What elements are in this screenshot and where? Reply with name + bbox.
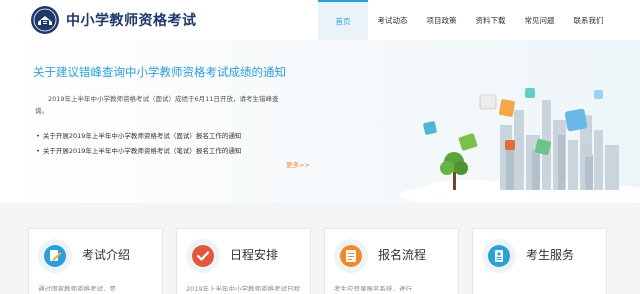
header: 中小学教师资格考试 首页 考试动态 项目政策 资料下载 常见问题 联系我们: [0, 0, 640, 40]
card-icon-badge: [38, 239, 72, 273]
card-title: 报名流程: [378, 248, 427, 262]
site-title: 中小学教师资格考试: [66, 13, 197, 29]
city-illustration: [400, 88, 640, 203]
nav-home[interactable]: 首页: [318, 0, 368, 40]
card-candidate-service[interactable]: 考生服务: [472, 228, 607, 294]
document-icon: [340, 245, 362, 267]
pencil-icon: [44, 245, 66, 267]
service-icon: [488, 245, 510, 267]
card-icon-badge: [186, 239, 220, 273]
banner-description-cont: 询。: [35, 107, 48, 115]
nav-policy[interactable]: 项目政策: [417, 0, 466, 40]
banner-description: 2019年上半年中小学教师资格考试（面试）成绩于6月11日开放，请考生错峰查: [48, 95, 279, 103]
bullet-icon: •: [36, 147, 40, 155]
nav-faq[interactable]: 常见问题: [515, 0, 564, 40]
site-logo[interactable]: 中小学教师资格考试: [30, 5, 197, 35]
card-icon-badge: [334, 239, 368, 273]
notice-text: 关于开展2019年上半年中小学教师资格考试（面试）报名工作的通知: [42, 132, 242, 140]
page: 中小学教师资格考试 首页 考试动态 项目政策 资料下载 常见问题 联系我们 关于…: [0, 0, 640, 294]
main-nav: 首页 考试动态 项目政策 资料下载 常见问题 联系我们: [318, 0, 613, 40]
card-icon-badge: [482, 239, 516, 273]
card-snippet: 考生应登录报名系统，进行: [334, 285, 412, 291]
hero-banner: 关于建议错峰查询中小学教师资格考试成绩的通知 2019年上半年中小学教师资格考试…: [0, 40, 640, 203]
notice-list: • 关于开展2019年上半年中小学教师资格考试（面试）报名工作的通知 • 关于开展2…: [36, 129, 241, 159]
nav-downloads[interactable]: 资料下载: [466, 0, 515, 40]
card-exam-intro[interactable]: 考试介绍 通过国家教师资格考试，是: [28, 228, 163, 294]
notice-item[interactable]: • 关于开展2019年上半年中小学教师资格考试（面试）报名工作的通知: [36, 129, 241, 144]
notice-text: 关于开展2019年上半年中小学教师资格考试（笔试）报名工作的通知: [42, 147, 242, 155]
notice-item[interactable]: • 关于开展2019年上半年中小学教师资格考试（笔试）报名工作的通知: [36, 144, 241, 159]
card-snippet: 2019年上半年中小学教师资格考试日程: [186, 285, 301, 291]
more-link[interactable]: 更多>>: [286, 159, 310, 169]
card-title: 日程安排: [230, 248, 279, 262]
card-title: 考生服务: [526, 248, 575, 262]
nav-exam-news[interactable]: 考试动态: [368, 0, 417, 40]
card-title: 考试介绍: [82, 248, 131, 262]
card-registration[interactable]: 报名流程 考生应登录报名系统，进行: [324, 228, 459, 294]
banner-title[interactable]: 关于建议错峰查询中小学教师资格考试成绩的通知: [33, 64, 286, 80]
nav-contact[interactable]: 联系我们: [564, 0, 613, 40]
bullet-icon: •: [36, 132, 40, 140]
card-snippet: 通过国家教师资格考试，是: [38, 285, 116, 291]
feature-cards: 考试介绍 通过国家教师资格考试，是 日程安排 2019年上半年中小学教师资格考试…: [28, 228, 612, 294]
logo-emblem-icon: [31, 6, 59, 34]
checkmark-icon: [192, 245, 214, 267]
card-schedule[interactable]: 日程安排 2019年上半年中小学教师资格考试日程: [176, 228, 311, 294]
